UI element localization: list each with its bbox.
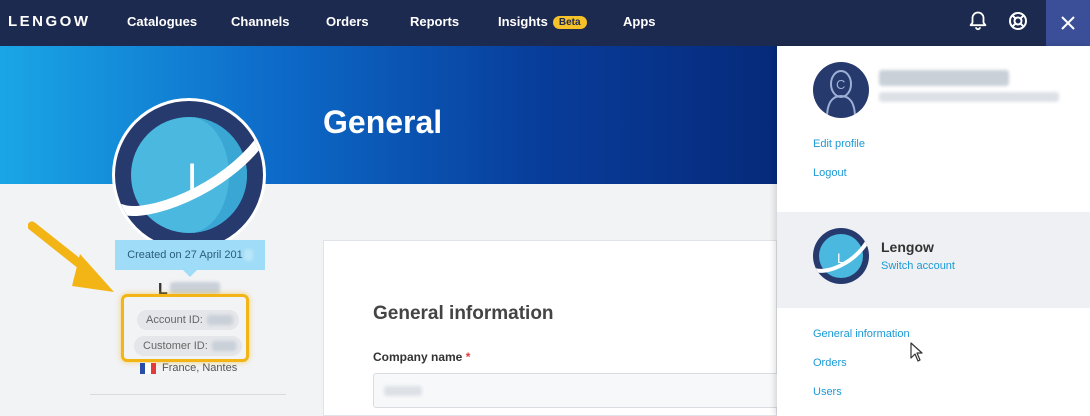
highlight-annotation-box [121,294,249,362]
svg-text:C: C [836,77,845,92]
svg-text:L: L [837,250,845,266]
company-name-label: Company name * [373,350,471,364]
divider [90,394,286,395]
created-date-tooltip: Created on 27 April 201 [115,240,265,277]
help-lifebuoy-icon[interactable] [1007,9,1029,33]
panel-link-general-information[interactable]: General information [813,328,910,340]
logout-link[interactable]: Logout [813,167,847,179]
account-logo: L [813,228,869,284]
account-side-panel: C Edit profile Logout L Lengow Switch ac… [777,46,1090,416]
close-icon [1061,16,1075,30]
location-text: France, Nantes [162,362,238,374]
nav-item-apps[interactable]: Apps [623,14,656,29]
user-email-redacted [879,92,1059,102]
lengow-logo[interactable]: LENGOW [8,13,91,30]
mouse-cursor-icon [910,342,923,362]
created-date-text: Created on 27 April 201 [127,249,243,261]
nav-item-insights[interactable]: Insights Beta [498,14,587,29]
nav-item-insights-label: Insights [498,14,548,29]
general-information-card: General information Company name * [323,240,779,416]
france-flag-icon [140,362,156,374]
current-account-section: L Lengow Switch account [777,212,1090,308]
user-name-redacted [879,70,1009,86]
beta-badge: Beta [552,16,587,29]
company-name-input[interactable] [373,373,779,408]
close-panel-button[interactable] [1046,0,1090,46]
account-location: France, Nantes [140,362,237,374]
page-title: General [323,104,443,140]
required-mark: * [465,350,471,364]
current-account-name: Lengow [881,239,934,255]
section-title: General information [373,303,554,324]
panel-link-orders[interactable]: Orders [813,357,847,369]
switch-account-link[interactable]: Switch account [881,260,955,272]
top-navbar: LENGOW Catalogues Channels Orders Report… [0,0,1090,46]
arrow-annotation-icon [28,221,114,292]
nav-item-channels[interactable]: Channels [231,14,290,29]
edit-profile-link[interactable]: Edit profile [813,138,865,150]
panel-link-users[interactable]: Users [813,386,842,398]
svg-text:L: L [187,156,209,200]
user-avatar: C [813,62,869,118]
bell-icon[interactable] [967,9,989,33]
nav-item-reports[interactable]: Reports [410,14,459,29]
nav-item-orders[interactable]: Orders [326,14,369,29]
account-avatar: L [112,98,266,252]
nav-item-catalogues[interactable]: Catalogues [127,14,197,29]
